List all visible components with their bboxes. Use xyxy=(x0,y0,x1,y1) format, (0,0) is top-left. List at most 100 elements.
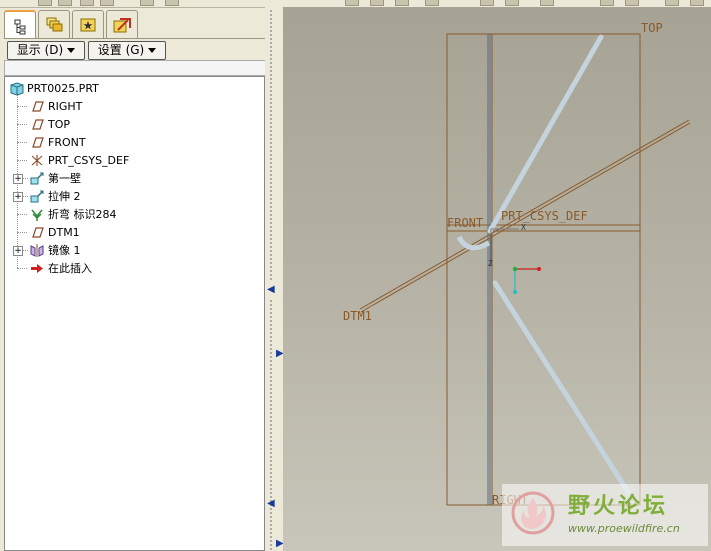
mirror-icon xyxy=(30,244,44,257)
coordinate-system-icon xyxy=(31,155,43,166)
splitter-grip[interactable] xyxy=(270,300,276,550)
axis-label-x: X xyxy=(521,223,526,232)
datum-label-csys: PRT_CSYS_DEF xyxy=(501,209,588,223)
expand-icon[interactable]: + xyxy=(13,192,23,202)
watermark-url: www.proewildfire.cn xyxy=(568,522,680,535)
settings-dropdown[interactable]: 设置 (G) xyxy=(88,41,166,60)
tree-item-label: TOP xyxy=(48,118,71,131)
toolbar-button-icon[interactable] xyxy=(165,0,179,6)
part-wall-lower xyxy=(492,280,631,495)
wildfire-logo-icon xyxy=(511,491,555,535)
tree-guide-line xyxy=(23,178,28,179)
tree-item-label: 在此插入 xyxy=(48,262,92,275)
toolbar-button-icon[interactable] xyxy=(690,0,704,6)
chevron-down-icon xyxy=(67,48,76,53)
show-dropdown-label: 显示 (D) xyxy=(16,43,64,57)
toolbar-button-icon[interactable] xyxy=(625,0,639,6)
toolbar-button-icon[interactable] xyxy=(370,0,384,6)
tree-item-label: 折弯 标识284 xyxy=(48,208,117,221)
tree-item-label: 第一壁 xyxy=(48,172,81,185)
tree-item-label: RIGHT xyxy=(48,100,83,113)
tree-item-mirror[interactable]: + 镜像 1 xyxy=(5,242,260,259)
tree-guide-line xyxy=(17,214,27,215)
tree-guide-line xyxy=(23,196,28,197)
tree-guide-line xyxy=(17,106,27,107)
toolbar-button-icon[interactable] xyxy=(425,0,439,6)
toolbar-button-icon[interactable] xyxy=(80,0,94,6)
settings-dropdown-label: 设置 (G) xyxy=(97,43,145,57)
tree-column-header xyxy=(4,60,267,76)
toolbar-button-icon[interactable] xyxy=(140,0,154,6)
tree-item-label: PRT_CSYS_DEF xyxy=(48,154,130,167)
panel-splitter[interactable]: ◀ ▶ ◀ ▶ xyxy=(265,0,284,551)
tree-item-front[interactable]: FRONT xyxy=(5,134,260,151)
tree-item-extrude[interactable]: + 拉伸 2 xyxy=(5,188,260,205)
sheetmetal-wall-icon xyxy=(30,172,44,185)
favorites-tab[interactable] xyxy=(72,10,104,38)
tree-guide-line xyxy=(17,268,27,269)
tree-item-label: 拉伸 2 xyxy=(48,190,81,203)
watermark-title: 野火论坛 xyxy=(568,494,669,519)
csys-y-end xyxy=(513,290,517,294)
datum-plane-icon xyxy=(32,137,44,148)
tree-item-label: DTM1 xyxy=(48,226,80,239)
expand-icon[interactable]: + xyxy=(13,246,23,256)
tree-item-dtm1[interactable]: DTM1 xyxy=(5,224,260,241)
tree-guide-line xyxy=(17,142,27,143)
connections-tab[interactable] xyxy=(106,10,138,38)
model-tree-icon xyxy=(14,19,26,34)
toolbar-button-icon[interactable] xyxy=(480,0,494,6)
show-dropdown[interactable]: 显示 (D) xyxy=(7,41,85,60)
tree-root-label: PRT0025.PRT xyxy=(27,82,99,95)
toolbar-button-icon[interactable] xyxy=(100,0,114,6)
datum-plane-icon xyxy=(32,101,44,112)
part-bend xyxy=(456,235,491,251)
tree-item-label: FRONT xyxy=(48,136,86,149)
collapse-panel-icon[interactable]: ◀ xyxy=(267,284,275,295)
graphics-viewport[interactable]: TOP FRONT PRT_CSYS_DEF DTM1 RIGHT X Z xyxy=(283,7,711,551)
toolbar-button-icon[interactable] xyxy=(540,0,554,6)
toolbar-button-icon[interactable] xyxy=(665,0,679,6)
chevron-down-icon xyxy=(148,48,157,53)
datum-label-front: FRONT xyxy=(447,216,484,230)
csys-origin xyxy=(512,266,518,272)
splitter-grip[interactable] xyxy=(270,10,276,280)
toolbar-button-icon[interactable] xyxy=(395,0,409,6)
connections-icon xyxy=(113,17,131,32)
tree-controls-bar: 显示 (D) 设置 (G) xyxy=(4,38,265,61)
collapse-panel-icon[interactable]: ◀ xyxy=(267,498,275,509)
axis-label-z: Z xyxy=(488,259,493,268)
datum-plane-top-outline xyxy=(446,33,641,506)
toolbar-button-icon[interactable] xyxy=(345,0,359,6)
tree-item-bend[interactable]: 折弯 标识284 xyxy=(5,206,260,223)
datum-plane-icon xyxy=(32,227,44,238)
layers-tab[interactable] xyxy=(38,10,70,38)
favorites-icon xyxy=(80,18,96,31)
toolbar-button-icon[interactable] xyxy=(505,0,519,6)
datum-label-dtm1: DTM1 xyxy=(343,309,372,323)
tree-guide-line xyxy=(17,124,27,125)
csys-x-end xyxy=(537,267,541,271)
bend-icon xyxy=(31,209,43,221)
model-geometry xyxy=(359,33,691,506)
toolbar-button-icon[interactable] xyxy=(600,0,614,6)
datum-plane-icon xyxy=(32,119,44,130)
tree-item-top[interactable]: TOP xyxy=(5,116,260,133)
expand-icon[interactable]: + xyxy=(13,174,23,184)
model-tree: PRT0025.PRT RIGHT TOP FRONT PRT_CSYS_DEF… xyxy=(4,76,265,551)
model-tree-tab[interactable] xyxy=(4,10,36,41)
tree-item-first-wall[interactable]: + 第一壁 xyxy=(5,170,260,187)
tree-item-csys[interactable]: PRT_CSYS_DEF xyxy=(5,152,260,169)
tree-guide-line xyxy=(23,250,28,251)
layers-icon xyxy=(46,17,63,31)
tree-item-right[interactable]: RIGHT xyxy=(5,98,260,115)
watermark: 野火论坛 www.proewildfire.cn xyxy=(502,484,708,546)
tree-item-insert-here[interactable]: 在此插入 xyxy=(5,260,260,277)
toolbar-button-icon[interactable] xyxy=(38,0,52,6)
tree-guide-line xyxy=(17,160,27,161)
datum-label-top: TOP xyxy=(641,21,663,35)
tree-root[interactable]: PRT0025.PRT xyxy=(5,80,260,97)
toolbar-button-icon[interactable] xyxy=(58,0,72,6)
tree-guide-line xyxy=(17,232,27,233)
tree-item-label: 镜像 1 xyxy=(48,244,81,257)
